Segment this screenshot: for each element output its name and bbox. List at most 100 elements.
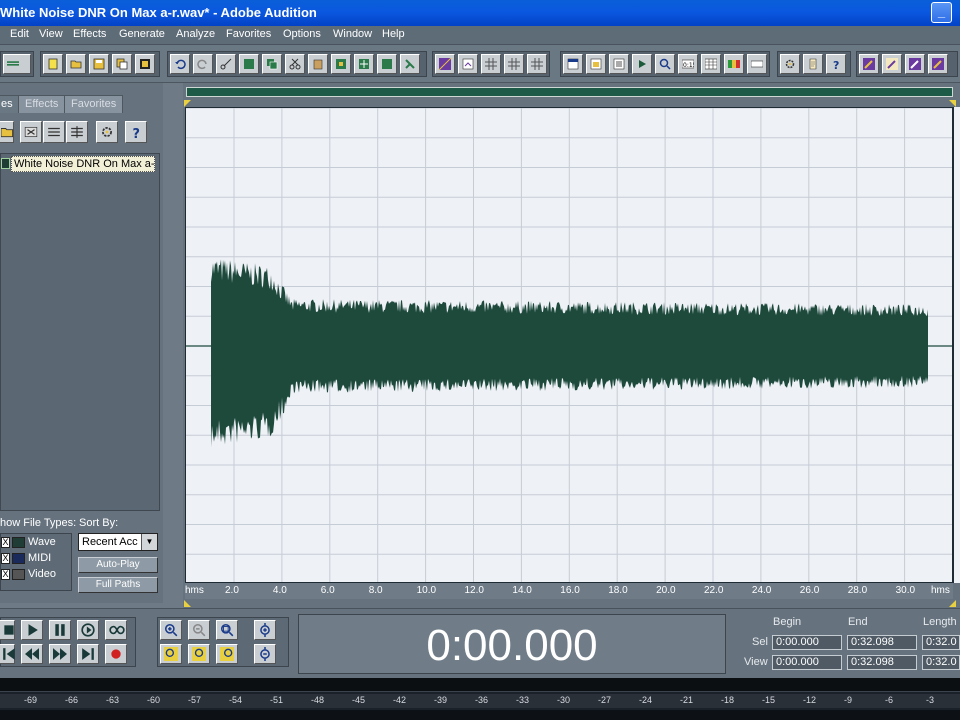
copy-button[interactable] [262, 54, 282, 74]
redo-button[interactable] [193, 54, 213, 74]
window-icon [567, 58, 579, 70]
sel-length-field[interactable]: 0:32.0 [922, 635, 960, 650]
transport-window-button[interactable] [632, 54, 652, 74]
view-begin-field[interactable]: 0:00.000 [772, 655, 842, 670]
grid-button-3[interactable] [527, 54, 547, 74]
cut-button[interactable] [285, 54, 305, 74]
multitrack-view-button[interactable] [3, 54, 31, 74]
record-button[interactable] [105, 644, 127, 664]
view-end-field[interactable]: 0:32.098 [847, 655, 917, 670]
menu-help[interactable]: Help [382, 28, 405, 40]
effect-button-4[interactable] [928, 54, 948, 74]
waveform-display[interactable] [185, 107, 953, 583]
window-button-1[interactable] [563, 54, 583, 74]
view-length-field[interactable]: 0:32.0 [922, 655, 960, 670]
zoom-window-button[interactable] [655, 54, 675, 74]
sel-begin-field[interactable]: 0:00.000 [772, 635, 842, 650]
menu-options[interactable]: Options [283, 28, 321, 40]
amplitude-scale[interactable] [953, 107, 960, 583]
grid-button-1[interactable] [481, 54, 501, 74]
sel-end-field[interactable]: 0:32.098 [847, 635, 917, 650]
organizer-close-button[interactable] [20, 121, 42, 143]
undo-button[interactable] [170, 54, 190, 74]
effect-button-1[interactable] [859, 54, 879, 74]
sort-by-select[interactable]: Recent Acc ▼ [78, 533, 158, 551]
zoom-in-vertical-button[interactable] [254, 620, 276, 640]
window-button-3[interactable] [609, 54, 629, 74]
chevron-down-icon[interactable]: ▼ [141, 534, 157, 550]
video-checkbox[interactable]: X [1, 569, 10, 580]
menu-generate[interactable]: Generate [119, 28, 165, 40]
menu-edit[interactable]: Edit [10, 28, 29, 40]
tab-favorites[interactable]: Favorites [64, 95, 124, 113]
go-to-start-button[interactable] [0, 644, 15, 664]
paste-button[interactable] [308, 54, 328, 74]
open-button[interactable] [66, 54, 86, 74]
spectral-button[interactable] [435, 54, 455, 74]
zoom-selection-button[interactable] [216, 644, 238, 664]
zoom-in-button[interactable] [160, 620, 182, 640]
organizer-settings-button[interactable] [96, 121, 118, 143]
auto-play-button[interactable]: Auto-Play [78, 557, 158, 573]
tab-files[interactable]: es [0, 95, 20, 113]
title-bar[interactable]: White Noise DNR On Max a-r.wav* - Adobe … [0, 0, 960, 26]
file-list[interactable]: White Noise DNR On Max a-r.wav [0, 153, 160, 511]
save-copy-button[interactable] [112, 54, 132, 74]
organizer-help-button[interactable]: ? [125, 121, 147, 143]
film-button[interactable] [135, 54, 155, 74]
stop-button[interactable] [0, 620, 15, 640]
tab-effects[interactable]: Effects [18, 95, 66, 113]
play-to-end-button[interactable] [77, 620, 99, 640]
menu-effects[interactable]: Effects [73, 28, 106, 40]
script-button[interactable] [803, 54, 823, 74]
sel-label: Sel [752, 636, 768, 648]
organizer-insert-button[interactable] [43, 121, 65, 143]
grid-button-2[interactable] [504, 54, 524, 74]
overview-bar[interactable] [186, 87, 953, 97]
pause-button[interactable] [49, 620, 71, 640]
zoom-out-button[interactable] [188, 620, 210, 640]
copy-new-button[interactable] [239, 54, 259, 74]
help-button[interactable]: ? [826, 54, 846, 74]
loop-button[interactable] [105, 620, 127, 640]
zoom-full-button[interactable] [216, 620, 238, 640]
status-bar-button[interactable] [747, 54, 767, 74]
paste-new-button[interactable] [331, 54, 351, 74]
wave-checkbox[interactable]: X [1, 537, 10, 548]
save-button[interactable] [89, 54, 109, 74]
extract-button[interactable] [400, 54, 420, 74]
menu-analyze[interactable]: Analyze [176, 28, 215, 40]
trim-button[interactable] [216, 54, 236, 74]
envelope-button[interactable] [458, 54, 478, 74]
settings-button[interactable] [780, 54, 800, 74]
selection-window-button[interactable] [701, 54, 721, 74]
crop-button[interactable] [377, 54, 397, 74]
menu-window[interactable]: Window [333, 28, 372, 40]
new-file-button[interactable] [43, 54, 63, 74]
organizer-edit-button[interactable] [66, 121, 88, 143]
rewind-button[interactable] [21, 644, 43, 664]
zoom-right-button[interactable] [188, 644, 210, 664]
zoom-out-vertical-button[interactable] [254, 644, 276, 664]
ruler-tick-label: 4.0 [272, 585, 287, 596]
play-button[interactable] [21, 620, 43, 640]
zoom-left-button[interactable] [160, 644, 182, 664]
level-meter-button[interactable] [724, 54, 744, 74]
time-ruler[interactable]: hms hms 2.0 4.0 6.0 8.0 10.0 12.0 14.0 16.0 18.0 20… [185, 583, 953, 599]
list-item[interactable]: White Noise DNR On Max a-r.wav [1, 156, 157, 172]
time-window-button[interactable]: 0:15 [678, 54, 698, 74]
full-paths-button[interactable]: Full Paths [78, 577, 158, 593]
midi-checkbox[interactable]: X [1, 553, 10, 564]
organizer-open-button[interactable] [0, 121, 14, 143]
status-bar [0, 710, 960, 720]
effect-button-2[interactable] [882, 54, 902, 74]
minimize-button[interactable]: _ [931, 2, 952, 23]
go-to-end-button[interactable] [77, 644, 99, 664]
menu-favorites[interactable]: Favorites [226, 28, 271, 40]
menu-view[interactable]: View [39, 28, 63, 40]
effect-button-3[interactable] [905, 54, 925, 74]
fast-forward-button[interactable] [49, 644, 71, 664]
mix-paste-button[interactable] [354, 54, 374, 74]
toolbar-group-tools: ? [777, 51, 851, 77]
window-button-2[interactable] [586, 54, 606, 74]
